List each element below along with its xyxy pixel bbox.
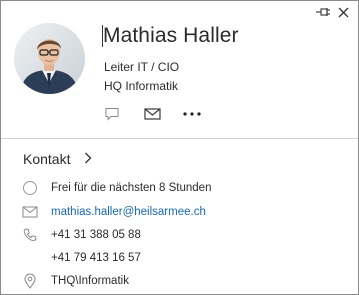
phone-row-2[interactable]: +41 79 413 16 57 bbox=[21, 250, 141, 266]
phone-number-2[interactable]: +41 79 413 16 57 bbox=[51, 252, 141, 264]
location-icon bbox=[21, 273, 39, 289]
mail-icon bbox=[21, 204, 39, 220]
chevron-right-icon bbox=[84, 151, 92, 167]
phone-row-1[interactable]: +41 31 388 05 88 bbox=[21, 227, 141, 243]
chat-icon[interactable] bbox=[102, 105, 122, 123]
phone-placeholder bbox=[21, 250, 39, 266]
email-row[interactable]: mathias.haller@heilsarmee.ch bbox=[21, 204, 206, 220]
section-label: Kontakt bbox=[23, 151, 71, 167]
close-icon[interactable] bbox=[334, 5, 352, 19]
mail-icon[interactable] bbox=[142, 105, 162, 123]
contact-section-header[interactable]: Kontakt bbox=[23, 151, 92, 167]
email-link[interactable]: mathias.haller@heilsarmee.ch bbox=[51, 206, 206, 218]
more-icon[interactable] bbox=[182, 105, 202, 123]
avatar bbox=[14, 23, 85, 94]
contact-card: Mathias Haller Leiter IT / CIO HQ Inform… bbox=[0, 0, 359, 295]
location-text: THQ\Informatik bbox=[51, 275, 129, 287]
contact-name: Mathias Haller bbox=[103, 24, 239, 47]
contact-title: Leiter IT / CIO bbox=[104, 60, 180, 74]
phone-icon bbox=[21, 227, 39, 243]
availability-row: Frei für die nächsten 8 Stunden bbox=[21, 180, 211, 196]
action-bar bbox=[102, 105, 202, 123]
pin-icon[interactable] bbox=[314, 5, 332, 19]
location-row: THQ\Informatik bbox=[21, 273, 129, 289]
phone-number-1[interactable]: +41 31 388 05 88 bbox=[51, 229, 141, 241]
status-circle-icon bbox=[21, 180, 39, 196]
availability-text: Frei für die nächsten 8 Stunden bbox=[51, 182, 212, 194]
section-divider bbox=[1, 138, 358, 139]
contact-company: HQ Informatik bbox=[104, 79, 179, 93]
